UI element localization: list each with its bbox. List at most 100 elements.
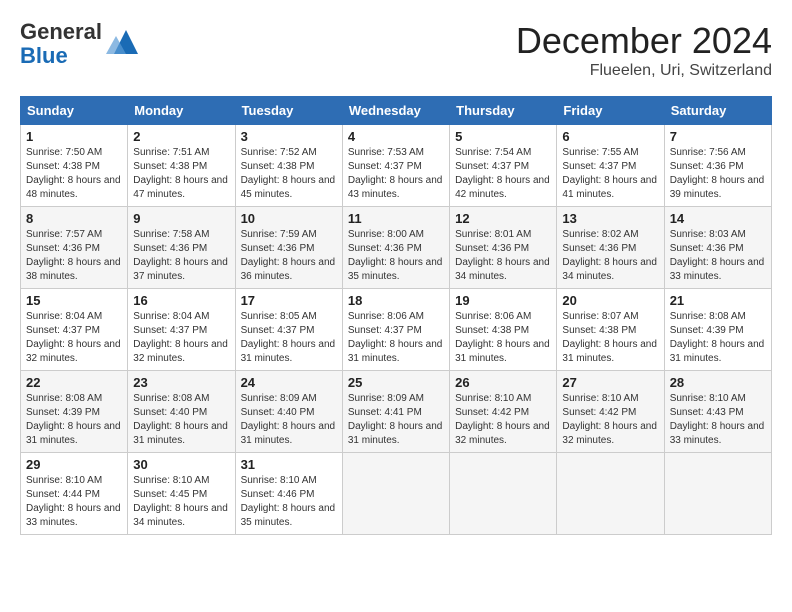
calendar-cell <box>664 453 771 535</box>
day-info: Sunrise: 7:58 AMSunset: 4:36 PMDaylight:… <box>133 229 228 282</box>
weekday-header-tuesday: Tuesday <box>235 97 342 125</box>
day-info: Sunrise: 8:09 AMSunset: 4:41 PMDaylight:… <box>348 393 443 446</box>
calendar-cell: 22 Sunrise: 8:08 AMSunset: 4:39 PMDaylig… <box>21 371 128 453</box>
calendar-cell: 2 Sunrise: 7:51 AMSunset: 4:38 PMDayligh… <box>128 125 235 207</box>
day-info: Sunrise: 8:10 AMSunset: 4:44 PMDaylight:… <box>26 475 121 528</box>
calendar-cell: 17 Sunrise: 8:05 AMSunset: 4:37 PMDaylig… <box>235 289 342 371</box>
calendar-cell: 13 Sunrise: 8:02 AMSunset: 4:36 PMDaylig… <box>557 207 664 289</box>
weekday-header-friday: Friday <box>557 97 664 125</box>
day-number: 28 <box>670 375 766 390</box>
calendar-cell: 31 Sunrise: 8:10 AMSunset: 4:46 PMDaylig… <box>235 453 342 535</box>
calendar-cell: 12 Sunrise: 8:01 AMSunset: 4:36 PMDaylig… <box>450 207 557 289</box>
calendar-cell: 3 Sunrise: 7:52 AMSunset: 4:38 PMDayligh… <box>235 125 342 207</box>
calendar-cell: 5 Sunrise: 7:54 AMSunset: 4:37 PMDayligh… <box>450 125 557 207</box>
calendar-cell: 24 Sunrise: 8:09 AMSunset: 4:40 PMDaylig… <box>235 371 342 453</box>
day-info: Sunrise: 8:01 AMSunset: 4:36 PMDaylight:… <box>455 229 550 282</box>
day-number: 14 <box>670 211 766 226</box>
day-info: Sunrise: 7:50 AMSunset: 4:38 PMDaylight:… <box>26 147 121 200</box>
day-info: Sunrise: 8:09 AMSunset: 4:40 PMDaylight:… <box>241 393 336 446</box>
calendar-cell: 26 Sunrise: 8:10 AMSunset: 4:42 PMDaylig… <box>450 371 557 453</box>
header: General Blue December 2024 Flueelen, Uri… <box>20 20 772 80</box>
day-number: 3 <box>241 129 337 144</box>
day-info: Sunrise: 8:02 AMSunset: 4:36 PMDaylight:… <box>562 229 657 282</box>
day-number: 31 <box>241 457 337 472</box>
weekday-header-saturday: Saturday <box>664 97 771 125</box>
day-info: Sunrise: 7:56 AMSunset: 4:36 PMDaylight:… <box>670 147 765 200</box>
calendar-cell: 15 Sunrise: 8:04 AMSunset: 4:37 PMDaylig… <box>21 289 128 371</box>
calendar-cell: 30 Sunrise: 8:10 AMSunset: 4:45 PMDaylig… <box>128 453 235 535</box>
day-number: 27 <box>562 375 658 390</box>
day-number: 16 <box>133 293 229 308</box>
calendar-cell: 10 Sunrise: 7:59 AMSunset: 4:36 PMDaylig… <box>235 207 342 289</box>
day-number: 20 <box>562 293 658 308</box>
calendar-cell: 7 Sunrise: 7:56 AMSunset: 4:36 PMDayligh… <box>664 125 771 207</box>
day-number: 10 <box>241 211 337 226</box>
calendar-cell: 9 Sunrise: 7:58 AMSunset: 4:36 PMDayligh… <box>128 207 235 289</box>
day-info: Sunrise: 7:59 AMSunset: 4:36 PMDaylight:… <box>241 229 336 282</box>
calendar-cell: 14 Sunrise: 8:03 AMSunset: 4:36 PMDaylig… <box>664 207 771 289</box>
day-info: Sunrise: 8:10 AMSunset: 4:42 PMDaylight:… <box>455 393 550 446</box>
day-info: Sunrise: 8:03 AMSunset: 4:36 PMDaylight:… <box>670 229 765 282</box>
day-number: 1 <box>26 129 122 144</box>
calendar-cell: 19 Sunrise: 8:06 AMSunset: 4:38 PMDaylig… <box>450 289 557 371</box>
day-info: Sunrise: 8:05 AMSunset: 4:37 PMDaylight:… <box>241 311 336 364</box>
day-info: Sunrise: 7:51 AMSunset: 4:38 PMDaylight:… <box>133 147 228 200</box>
calendar-cell: 11 Sunrise: 8:00 AMSunset: 4:36 PMDaylig… <box>342 207 449 289</box>
day-number: 11 <box>348 211 444 226</box>
day-number: 4 <box>348 129 444 144</box>
day-number: 23 <box>133 375 229 390</box>
calendar-cell: 6 Sunrise: 7:55 AMSunset: 4:37 PMDayligh… <box>557 125 664 207</box>
day-info: Sunrise: 8:10 AMSunset: 4:46 PMDaylight:… <box>241 475 336 528</box>
logo-general: General <box>20 19 102 44</box>
calendar-cell: 8 Sunrise: 7:57 AMSunset: 4:36 PMDayligh… <box>21 207 128 289</box>
day-info: Sunrise: 8:08 AMSunset: 4:39 PMDaylight:… <box>670 311 765 364</box>
day-number: 6 <box>562 129 658 144</box>
day-info: Sunrise: 8:08 AMSunset: 4:40 PMDaylight:… <box>133 393 228 446</box>
day-info: Sunrise: 8:10 AMSunset: 4:43 PMDaylight:… <box>670 393 765 446</box>
day-number: 12 <box>455 211 551 226</box>
day-info: Sunrise: 8:07 AMSunset: 4:38 PMDaylight:… <box>562 311 657 364</box>
calendar-cell <box>450 453 557 535</box>
calendar-cell: 27 Sunrise: 8:10 AMSunset: 4:42 PMDaylig… <box>557 371 664 453</box>
day-info: Sunrise: 8:06 AMSunset: 4:37 PMDaylight:… <box>348 311 443 364</box>
day-info: Sunrise: 8:04 AMSunset: 4:37 PMDaylight:… <box>26 311 121 364</box>
month-title: December 2024 <box>516 20 772 62</box>
calendar-cell: 18 Sunrise: 8:06 AMSunset: 4:37 PMDaylig… <box>342 289 449 371</box>
calendar-cell: 25 Sunrise: 8:09 AMSunset: 4:41 PMDaylig… <box>342 371 449 453</box>
day-number: 24 <box>241 375 337 390</box>
calendar-cell <box>557 453 664 535</box>
day-number: 19 <box>455 293 551 308</box>
logo: General Blue <box>20 20 138 68</box>
day-info: Sunrise: 8:10 AMSunset: 4:45 PMDaylight:… <box>133 475 228 528</box>
logo-blue: Blue <box>20 43 68 68</box>
calendar-cell: 4 Sunrise: 7:53 AMSunset: 4:37 PMDayligh… <box>342 125 449 207</box>
day-number: 25 <box>348 375 444 390</box>
day-number: 30 <box>133 457 229 472</box>
day-number: 29 <box>26 457 122 472</box>
calendar-cell: 23 Sunrise: 8:08 AMSunset: 4:40 PMDaylig… <box>128 371 235 453</box>
location-title: Flueelen, Uri, Switzerland <box>516 62 772 80</box>
day-info: Sunrise: 8:10 AMSunset: 4:42 PMDaylight:… <box>562 393 657 446</box>
calendar-cell: 21 Sunrise: 8:08 AMSunset: 4:39 PMDaylig… <box>664 289 771 371</box>
calendar: SundayMondayTuesdayWednesdayThursdayFrid… <box>20 96 772 535</box>
weekday-header-sunday: Sunday <box>21 97 128 125</box>
day-number: 13 <box>562 211 658 226</box>
day-info: Sunrise: 7:57 AMSunset: 4:36 PMDaylight:… <box>26 229 121 282</box>
weekday-header-wednesday: Wednesday <box>342 97 449 125</box>
day-info: Sunrise: 8:08 AMSunset: 4:39 PMDaylight:… <box>26 393 121 446</box>
day-number: 17 <box>241 293 337 308</box>
day-number: 15 <box>26 293 122 308</box>
day-info: Sunrise: 8:04 AMSunset: 4:37 PMDaylight:… <box>133 311 228 364</box>
day-number: 21 <box>670 293 766 308</box>
day-number: 5 <box>455 129 551 144</box>
day-info: Sunrise: 7:53 AMSunset: 4:37 PMDaylight:… <box>348 147 443 200</box>
day-number: 9 <box>133 211 229 226</box>
logo-icon <box>106 26 138 63</box>
day-number: 8 <box>26 211 122 226</box>
calendar-cell: 16 Sunrise: 8:04 AMSunset: 4:37 PMDaylig… <box>128 289 235 371</box>
day-info: Sunrise: 7:55 AMSunset: 4:37 PMDaylight:… <box>562 147 657 200</box>
calendar-cell: 28 Sunrise: 8:10 AMSunset: 4:43 PMDaylig… <box>664 371 771 453</box>
day-info: Sunrise: 8:00 AMSunset: 4:36 PMDaylight:… <box>348 229 443 282</box>
weekday-header-thursday: Thursday <box>450 97 557 125</box>
weekday-header-monday: Monday <box>128 97 235 125</box>
